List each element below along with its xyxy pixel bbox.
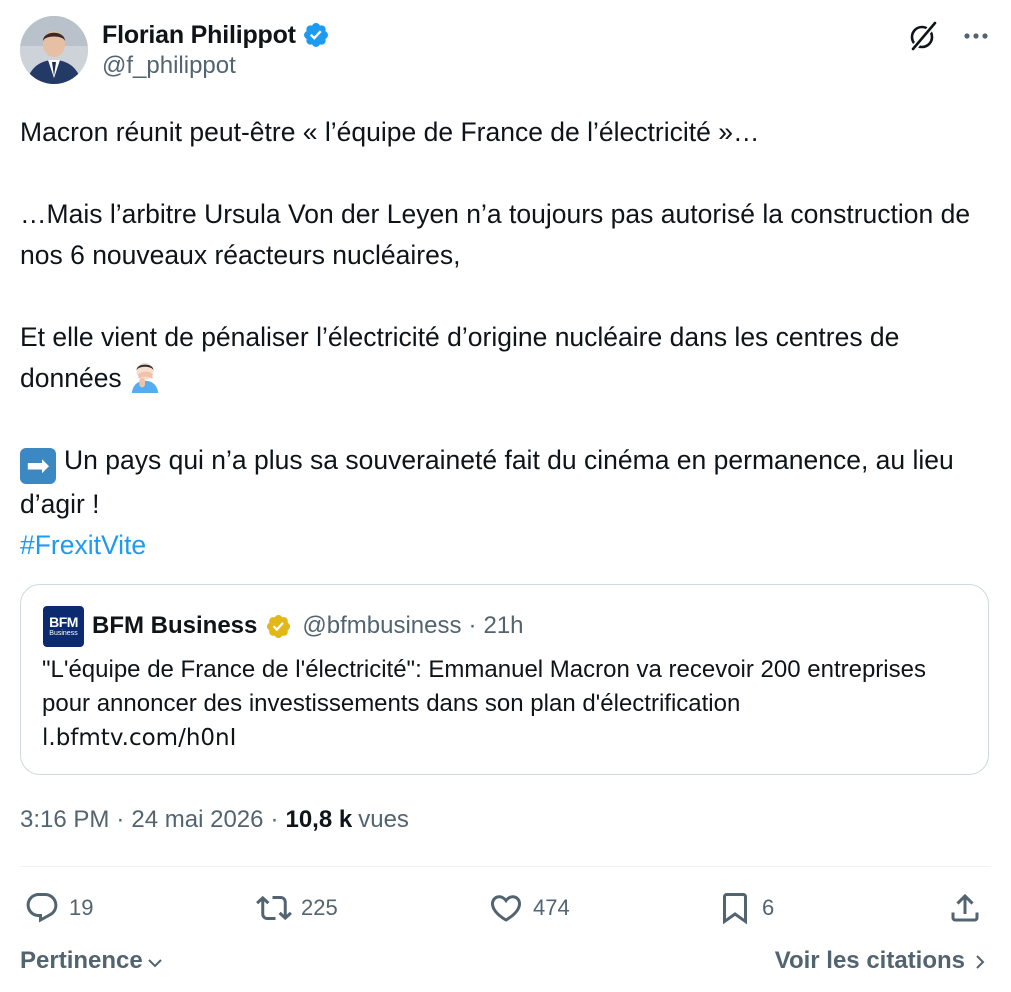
author-name-row: Florian Philippot bbox=[102, 18, 330, 52]
tweet-paragraph-3: Et elle vient de pénaliser l’électricité… bbox=[20, 317, 995, 399]
meta-separator-1: · bbox=[116, 806, 125, 833]
quoted-header-separator: · bbox=[468, 612, 477, 639]
heart-icon bbox=[490, 895, 522, 922]
repost-count: 225 bbox=[301, 895, 338, 920]
more-icon[interactable] bbox=[961, 21, 991, 51]
reply-icon bbox=[26, 893, 58, 923]
tweet-date[interactable]: 24 mai 2026 bbox=[131, 806, 263, 834]
quoted-author-name[interactable]: BFM Business bbox=[92, 612, 257, 640]
quoted-tweet-time[interactable]: 21h bbox=[483, 612, 523, 640]
quoted-tweet-link[interactable]: l.bfmtv.com/h0nI bbox=[42, 721, 972, 755]
hashtag-text[interactable]: #FrexitVite bbox=[20, 530, 146, 560]
reply-button[interactable]: 19 bbox=[24, 888, 93, 928]
bookmark-icon bbox=[723, 893, 747, 925]
quoted-tweet-text: "L'équipe de France de l'électricité": E… bbox=[42, 653, 972, 755]
top-actions bbox=[907, 20, 991, 52]
tweet-text: Macron réunit peut-être « l’équipe de Fr… bbox=[20, 112, 995, 566]
bfm-logo-text: BFM bbox=[49, 613, 78, 630]
avatar-image bbox=[20, 16, 88, 84]
chevron-down-icon bbox=[148, 959, 162, 968]
bookmark-button[interactable]: 6 bbox=[717, 888, 774, 928]
views-label: vues bbox=[358, 806, 409, 833]
sort-label: Pertinence bbox=[20, 947, 143, 974]
like-count: 474 bbox=[533, 895, 570, 920]
tweet-paragraph-1: Macron réunit peut-être « l’équipe de Fr… bbox=[20, 117, 760, 147]
author-avatar[interactable] bbox=[20, 16, 88, 84]
divider bbox=[20, 866, 991, 867]
quoted-tweet-card[interactable]: BFM Business BFM Business @bfmbusiness ·… bbox=[20, 584, 989, 775]
chevron-right-icon bbox=[976, 955, 985, 969]
reply-count: 19 bbox=[69, 895, 94, 920]
bfm-logo-subtext: Business bbox=[49, 629, 78, 637]
meta-separator-2: · bbox=[270, 806, 279, 833]
quoted-tweet-header: BFM Business BFM Business @bfmbusiness ·… bbox=[43, 605, 524, 647]
bfm-business-avatar[interactable]: BFM Business bbox=[43, 605, 84, 647]
tweet-paragraph-4-text: Un pays qui n’a plus sa souveraineté fai… bbox=[20, 445, 954, 519]
tweet-time[interactable]: 3:16 PM bbox=[20, 806, 109, 834]
bookmark-count: 6 bbox=[762, 895, 775, 920]
verified-badge-icon[interactable] bbox=[302, 21, 330, 49]
sort-dropdown[interactable]: Pertinence bbox=[20, 947, 165, 975]
face-palm-emoji-icon bbox=[131, 362, 158, 393]
gold-verified-badge-icon[interactable] bbox=[265, 613, 292, 640]
tweet-meta: 3:16 PM · 24 mai 2026 · 10,8 k vues bbox=[20, 806, 409, 834]
tweet-paragraph-4: ➡ Un pays qui n’a plus sa souveraineté fa… bbox=[20, 440, 995, 525]
author-handle[interactable]: @f_philippot bbox=[102, 52, 236, 80]
hashtag-link[interactable]: #FrexitVite bbox=[20, 525, 995, 566]
repost-button[interactable]: 225 bbox=[256, 888, 338, 928]
author-name[interactable]: Florian Philippot bbox=[102, 21, 296, 50]
share-button[interactable] bbox=[947, 888, 983, 928]
view-quotes-label: Voir les citations bbox=[774, 947, 965, 974]
like-button[interactable]: 474 bbox=[488, 888, 570, 928]
share-icon bbox=[951, 893, 979, 922]
grok-icon[interactable] bbox=[907, 20, 939, 52]
right-arrow-emoji-icon: ➡ bbox=[20, 448, 56, 484]
action-bar: 19 225 474 6 bbox=[20, 888, 991, 928]
repost-icon bbox=[256, 895, 292, 921]
views-count: 10,8 k bbox=[285, 806, 353, 833]
tweet-paragraph-2: …Mais l’arbitre Ursula Von der Leyen n’a… bbox=[20, 199, 971, 270]
quoted-tweet-body: "L'équipe de France de l'électricité": E… bbox=[42, 656, 926, 717]
quoted-author-handle[interactable]: @bfmbusiness bbox=[302, 612, 461, 640]
view-quotes-link[interactable]: Voir les citations bbox=[775, 947, 989, 975]
